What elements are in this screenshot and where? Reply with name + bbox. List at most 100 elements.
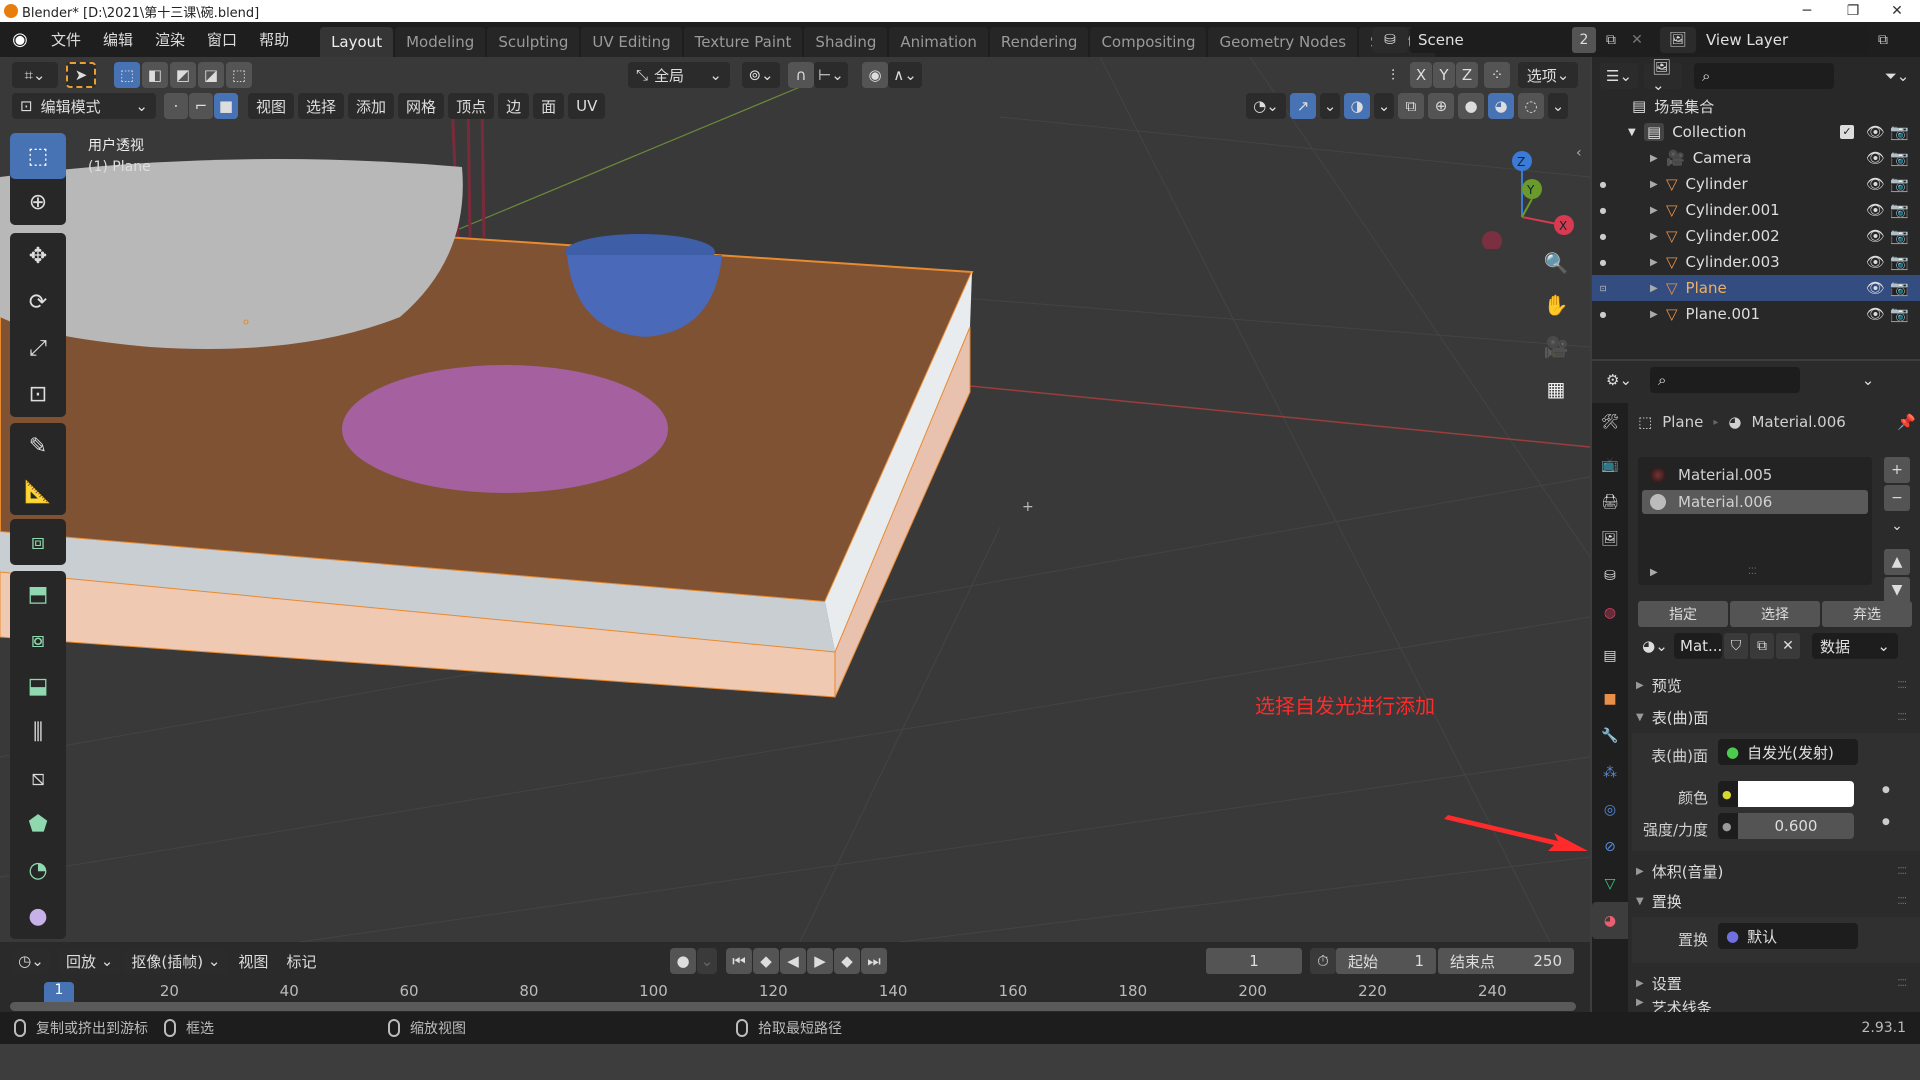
edge-select-icon[interactable]: ⌐ <box>189 93 213 119</box>
strength-field[interactable]: 0.600 <box>1738 813 1854 839</box>
mode-dot-icon[interactable]: ● <box>1592 310 1614 319</box>
edit-mode-indicator-icon[interactable]: ⊡ <box>1592 284 1614 293</box>
tab-physics[interactable]: ◎ <box>1592 791 1628 828</box>
tool-cursor[interactable]: ⊕ <box>10 179 66 225</box>
expand-arrow-icon[interactable]: ▶ <box>1650 179 1666 190</box>
menu-vertex[interactable]: 顶点 <box>448 93 495 119</box>
add-slot-button[interactable]: + <box>1884 457 1910 483</box>
start-frame-field[interactable]: 起始 1 <box>1336 948 1436 974</box>
display-mode-icon[interactable]: 🖼⌄ <box>1644 58 1682 94</box>
auto-keying-record-icon[interactable]: ● <box>670 948 696 974</box>
menu-face[interactable]: 面 <box>533 93 565 119</box>
outliner-item[interactable]: ▶ 🎥 Camera 👁 📷 <box>1592 145 1920 171</box>
eye-icon[interactable]: 👁 <box>1866 279 1885 297</box>
menu-uv[interactable]: UV <box>568 93 606 119</box>
solid-shading-icon[interactable]: ● <box>1458 93 1484 119</box>
expand-arrow-icon[interactable]: ▶ <box>1650 231 1666 242</box>
outliner-editor-icon[interactable]: ☰⌄ <box>1600 63 1638 89</box>
mirror-icon[interactable]: ⫶ <box>1380 62 1406 88</box>
visibility-selectability-icon[interactable]: ◔⌄ <box>1246 93 1286 119</box>
camera-view-icon[interactable]: 🎥 <box>1540 331 1572 363</box>
outliner-item[interactable]: ● ▶ ▽ Plane.001 👁 📷 <box>1592 301 1920 327</box>
tool-scale[interactable]: ⤢ <box>10 325 66 371</box>
render-camera-icon[interactable]: 📷 <box>1890 201 1909 219</box>
expand-arrow-icon[interactable]: ▶ <box>1650 153 1666 164</box>
tab-compositing[interactable]: Compositing <box>1090 27 1207 57</box>
play-icon[interactable]: ▶ <box>807 948 833 974</box>
menu-render[interactable]: 渲染 <box>144 29 196 50</box>
material-preview-shading-icon[interactable]: ◕ <box>1488 93 1514 119</box>
select-invert-icon[interactable]: ◪ <box>198 62 224 88</box>
marker-menu[interactable]: 标记 <box>278 948 324 974</box>
menu-add[interactable]: 添加 <box>348 93 395 119</box>
panel-preview[interactable]: ▶ 预览 ⁚⁚⁚⁚ <box>1636 671 1916 699</box>
remove-slot-button[interactable]: − <box>1884 485 1910 511</box>
select-subtract-icon[interactable]: ◩ <box>170 62 196 88</box>
outliner-item[interactable]: ● ▶ ▽ Cylinder 👁 📷 <box>1592 171 1920 197</box>
snap-toggle[interactable]: ∩ <box>788 62 814 88</box>
tab-sculpting[interactable]: Sculpting <box>487 27 580 57</box>
keyframe-dot-icon[interactable]: ● <box>1882 785 1890 795</box>
drag-grip-icon[interactable]: ⁚⁚⁚⁚ <box>1897 680 1907 691</box>
3d-viewport[interactable]: + ⌗⌄ ➤ ⬚ ◧ ◩ ◪ ⬚ ⤡ 全局 ⌄ ⊚⌄ ∩ ⊢⌄ ◉ ∧⌄ ⫶ X Y… <box>0 57 1590 942</box>
color-swatch[interactable] <box>1738 781 1854 807</box>
chevron-down-icon[interactable]: ⌄ <box>1374 93 1394 119</box>
expand-arrow-icon[interactable]: ▶ <box>1650 567 1658 578</box>
properties-editor-icon[interactable]: ⚙⌄ <box>1600 367 1638 393</box>
rendered-shading-icon[interactable]: ◌ <box>1518 93 1544 119</box>
scene-selector-icon[interactable]: ⛁ <box>1372 27 1408 53</box>
render-camera-icon[interactable]: 📷 <box>1890 149 1909 167</box>
tool-measure[interactable]: 📐 <box>10 469 66 515</box>
new-view-layer-icon[interactable]: ⧉ <box>1870 27 1896 53</box>
keyframe-dot-icon[interactable]: ● <box>1882 817 1890 827</box>
tool-knife[interactable]: ⧅ <box>10 755 66 801</box>
select-new-icon[interactable]: ⬚ <box>114 62 140 88</box>
surface-shader-selector[interactable]: ● 自发光(发射) <box>1718 739 1858 765</box>
timeline-ruler[interactable]: 20 40 60 80 100 120 140 160 180 200 220 240 <box>0 982 1590 1002</box>
close-button[interactable]: ✕ <box>1874 0 1920 22</box>
panel-settings[interactable]: ▶ 设置 ⁚⁚⁚⁚ <box>1636 969 1916 997</box>
select-button[interactable]: 选择 <box>1730 601 1820 627</box>
render-camera-icon[interactable]: 📷 <box>1890 123 1909 141</box>
xray-toggle-icon[interactable]: ⧉ <box>1398 93 1424 119</box>
stopwatch-icon[interactable]: ⏱ <box>1310 948 1336 974</box>
tool-select-box[interactable]: ⬚ <box>10 133 66 179</box>
render-camera-icon[interactable]: 📷 <box>1890 175 1909 193</box>
tool-spin[interactable]: ◔ <box>10 847 66 893</box>
tab-modeling[interactable]: Modeling <box>395 27 486 57</box>
tab-view-layer[interactable]: 🖼 <box>1592 520 1628 557</box>
filter-icon[interactable]: ⏷⌄ <box>1880 63 1914 89</box>
fake-user-shield-icon[interactable]: ⛉ <box>1724 633 1748 659</box>
render-camera-icon[interactable]: 📷 <box>1890 227 1909 245</box>
mode-dot-icon[interactable]: ● <box>1592 232 1614 241</box>
timeline-editor-icon[interactable]: ◷⌄ <box>12 948 50 974</box>
tab-shading[interactable]: Shading <box>804 27 888 57</box>
tab-constraints[interactable]: ⊘ <box>1592 828 1628 865</box>
mirror-z-toggle[interactable]: Z <box>1456 62 1478 88</box>
color-socket[interactable]: ● <box>1718 781 1738 807</box>
play-reverse-icon[interactable]: ◀ <box>780 948 806 974</box>
pin-icon[interactable]: 📌 <box>1897 413 1916 431</box>
select-intersect-icon[interactable]: ⬚ <box>226 62 252 88</box>
eye-icon[interactable]: 👁 <box>1866 201 1885 219</box>
tool-add-cube[interactable]: ⧈ <box>10 519 66 565</box>
move-slot-down-button[interactable]: ▼ <box>1884 577 1910 603</box>
perspective-grid-icon[interactable]: ▦ <box>1540 373 1572 405</box>
current-frame-field[interactable]: 1 <box>1206 948 1302 974</box>
falloff-dropdown[interactable]: ∧⌄ <box>888 62 922 88</box>
tab-output[interactable]: 🖨 <box>1592 483 1628 520</box>
options-dropdown[interactable]: 选项 ⌄ <box>1518 62 1578 88</box>
exclude-checkbox[interactable]: ✓ <box>1840 125 1854 139</box>
playhead-marker[interactable]: 1 <box>44 982 74 1002</box>
tab-animation[interactable]: Animation <box>889 27 988 57</box>
zoom-icon[interactable]: 🔍 <box>1540 247 1572 279</box>
chevron-down-icon[interactable]: ⌄ <box>697 948 717 974</box>
strength-socket[interactable]: ● <box>1718 813 1738 839</box>
tool-annotate[interactable]: ✎ <box>10 423 66 469</box>
expand-arrow-icon[interactable]: ▼ <box>1628 127 1644 138</box>
blender-menu-icon[interactable]: ◉ <box>0 29 40 50</box>
tab-particles[interactable]: ⁂ <box>1592 754 1628 791</box>
scene-users-count[interactable]: 2 <box>1572 27 1596 53</box>
sidebar-toggle-icon[interactable]: ‹ <box>1576 145 1582 161</box>
menu-mesh[interactable]: 网格 <box>398 93 445 119</box>
